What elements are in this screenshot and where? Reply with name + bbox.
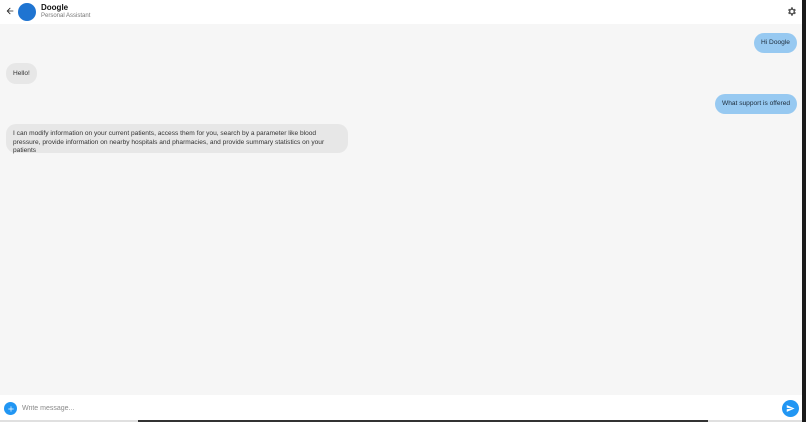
- page-subtitle: Personal Assistant: [41, 13, 91, 19]
- send-icon: [786, 405, 795, 412]
- assistant-message-bubble: Hello!: [6, 63, 37, 84]
- arrow-left-icon: [6, 7, 14, 15]
- user-message-bubble: What support is offered: [715, 94, 798, 114]
- plus-icon: [7, 405, 14, 412]
- gear-icon: [787, 6, 796, 16]
- settings-button[interactable]: [784, 4, 798, 18]
- send-button[interactable]: [782, 400, 799, 417]
- back-button[interactable]: [3, 4, 17, 18]
- add-attachment-button[interactable]: [4, 402, 17, 415]
- user-message-bubble: Hi Doogle: [754, 33, 797, 53]
- page-title: Doogle: [41, 3, 69, 12]
- assistant-message-bubble: I can modify information on your current…: [6, 124, 348, 154]
- message-composer: [0, 395, 802, 420]
- message-input[interactable]: [22, 402, 762, 415]
- window-edge: [802, 0, 806, 422]
- chat-header: Doogle Personal Assistant: [0, 0, 802, 24]
- avatar: [18, 3, 36, 21]
- chat-screen: Doogle Personal Assistant Hi Doogle Hell…: [0, 0, 802, 422]
